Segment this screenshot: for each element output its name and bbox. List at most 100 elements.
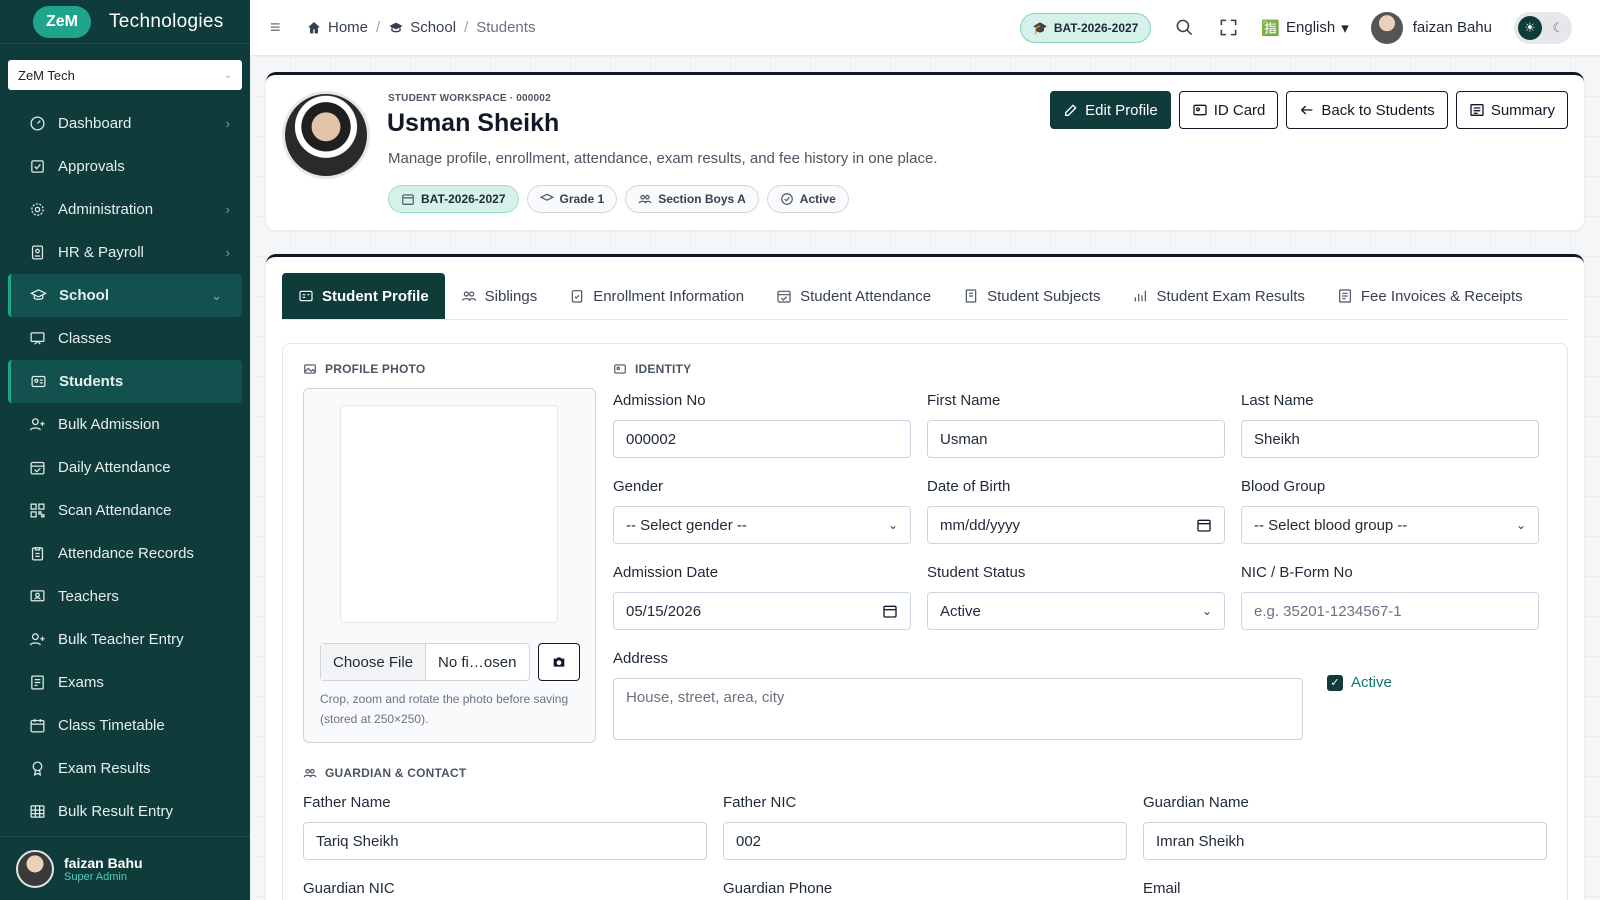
dob-input[interactable]: mm/dd/yyyy [927, 506, 1225, 544]
admission-no-input[interactable]: 000002 [613, 420, 911, 458]
gauge-icon [28, 115, 46, 133]
moon-icon: ☾ [1552, 19, 1564, 35]
sidebar-item-scan-attendance[interactable]: Scan Attendance [0, 489, 250, 532]
breadcrumb-label: Home [328, 19, 369, 36]
caret-down-icon: ▾ [1341, 19, 1349, 37]
photo-file-input[interactable]: Choose File No fi…osen [320, 643, 530, 681]
sidebar-item-exams[interactable]: Exams [0, 661, 250, 704]
nic-input[interactable]: e.g. 35201-1234567-1 [1241, 592, 1539, 630]
gender-field: Gender -- Select gender -- ⌄ [613, 478, 911, 544]
brand[interactable]: ZeM Technologies [0, 0, 250, 44]
sidebar-item-approvals[interactable]: Approvals [0, 145, 250, 188]
field-label: Student Status [927, 564, 1026, 581]
tab-student-profile[interactable]: Student Profile [282, 273, 445, 319]
summary-button[interactable]: Summary [1455, 91, 1568, 129]
sidebar-nav: Dashboard › Approvals Administration › H… [0, 98, 250, 836]
sidebar-item-hr-payroll[interactable]: HR & Payroll › [0, 231, 250, 274]
id-card-button[interactable]: ID Card [1178, 91, 1279, 129]
avatar [16, 849, 54, 888]
chip-label: Grade 1 [559, 192, 605, 206]
organization-select[interactable]: ZeM Tech ⌄ [8, 60, 242, 90]
sidebar-item-bulk-admission[interactable]: Bulk Admission [0, 403, 250, 446]
tab-siblings[interactable]: Siblings [445, 273, 554, 319]
chalkboard-icon [28, 330, 46, 348]
calendar-icon[interactable] [1196, 517, 1212, 533]
gender-select[interactable]: -- Select gender -- ⌄ [613, 506, 911, 544]
search-icon[interactable] [1173, 17, 1195, 39]
sidebar-item-school[interactable]: School ⌄ [8, 274, 242, 317]
tab-student-attendance[interactable]: Student Attendance [760, 273, 947, 319]
sidebar-item-classes[interactable]: Classes [0, 317, 250, 360]
sidebar-item-class-timetable[interactable]: Class Timetable [0, 704, 250, 747]
email-field: Email [1143, 880, 1547, 900]
profile-photo-box: Choose File No fi…osen Crop, zoom and ro… [303, 388, 596, 743]
sidebar-item-bulk-teacher-entry[interactable]: Bulk Teacher Entry [0, 618, 250, 661]
calendar-icon[interactable] [882, 603, 898, 619]
photo-preview [340, 405, 558, 623]
tab-student-subjects[interactable]: Student Subjects [947, 273, 1116, 319]
language-select[interactable]: 🈯 English ▾ [1261, 19, 1348, 37]
brand-name: Technologies [109, 10, 224, 32]
graduation-cap-icon [539, 193, 554, 201]
sidebar-item-label: Exams [58, 674, 104, 691]
back-to-students-button[interactable]: Back to Students [1286, 91, 1448, 129]
nic-field: NIC / B-Form No e.g. 35201-1234567-1 [1241, 564, 1539, 630]
user-menu[interactable]: faizan Bahu [1370, 11, 1492, 44]
choose-file-button[interactable]: Choose File [321, 644, 427, 680]
guardian-name-field: Guardian Name Imran Sheikh [1143, 794, 1547, 860]
breadcrumb-school[interactable]: School [388, 19, 456, 36]
sidebar-item-students[interactable]: Students [8, 360, 242, 403]
section-title-label: GUARDIAN & CONTACT [325, 766, 467, 780]
sidebar-item-label: Exam Results [58, 760, 151, 777]
session-pill[interactable]: 🎓 BAT-2026-2027 [1019, 12, 1152, 43]
sidebar-user[interactable]: faizan Bahu Super Admin [0, 836, 250, 900]
sidebar-item-attendance-records[interactable]: Attendance Records [0, 532, 250, 575]
sidebar-item-label: Attendance Records [58, 545, 194, 562]
chevron-down-icon: ⌄ [1201, 604, 1212, 618]
user-role: Super Admin [64, 870, 127, 883]
button-label: Edit Profile [1085, 101, 1158, 119]
father-name-input[interactable]: Tariq Sheikh [303, 822, 707, 860]
edit-profile-button[interactable]: Edit Profile [1050, 91, 1171, 129]
camera-button[interactable] [538, 643, 580, 681]
sidebar-item-exam-results[interactable]: Exam Results [0, 747, 250, 790]
admission-no-field: Admission No 000002 [613, 392, 911, 458]
id-card-icon [299, 290, 313, 302]
select-value: Active [940, 602, 981, 620]
admission-date-input[interactable]: 05/15/2026 [613, 592, 911, 630]
theme-toggle[interactable]: ☀ ☾ [1514, 11, 1572, 44]
blood-group-select[interactable]: -- Select blood group -- ⌄ [1241, 506, 1539, 544]
student-status-select[interactable]: Active ⌄ [927, 592, 1225, 630]
sidebar-item-daily-attendance[interactable]: Daily Attendance [0, 446, 250, 489]
chip-label: Active [799, 192, 836, 206]
sidebar-item-teachers[interactable]: Teachers [0, 575, 250, 618]
first-name-input[interactable]: Usman [927, 420, 1225, 458]
sidebar-item-label: Classes [58, 330, 112, 347]
select-value: -- Select gender -- [626, 516, 747, 534]
button-label: ID Card [1213, 101, 1266, 119]
sidebar-item-label: Bulk Result Entry [58, 803, 174, 820]
button-label: Summary [1490, 101, 1555, 119]
breadcrumb-home[interactable]: Home [306, 19, 368, 36]
guardian-name-input[interactable]: Imran Sheikh [1143, 822, 1547, 860]
last-name-field: Last Name Sheikh [1241, 392, 1539, 458]
last-name-input[interactable]: Sheikh [1241, 420, 1539, 458]
chevron-right-icon: › [225, 116, 230, 131]
sidebar-item-dashboard[interactable]: Dashboard › [0, 102, 250, 145]
tab-fee-invoices-receipts[interactable]: Fee Invoices & Receipts [1321, 273, 1539, 319]
address-textarea[interactable]: House, street, area, city [613, 678, 1303, 740]
active-checkbox[interactable]: ✓ Active [1327, 674, 1392, 691]
file-name-text: No fi…osen [438, 653, 517, 671]
guardian-phone-field: Guardian Phone [723, 880, 1127, 900]
badge-icon [28, 244, 46, 262]
profile-photo-title: PROFILE PHOTO [303, 362, 425, 376]
sidebar-item-administration[interactable]: Administration › [0, 188, 250, 231]
fullscreen-icon[interactable] [1217, 17, 1239, 39]
tab-enrollment-information[interactable]: Enrollment Information [553, 273, 760, 319]
menu-toggle-icon[interactable]: ≡ [270, 17, 296, 38]
father-nic-input[interactable]: 002 [723, 822, 1127, 860]
field-label: Guardian Phone [723, 880, 833, 897]
sidebar-item-bulk-result-entry[interactable]: Bulk Result Entry [0, 790, 250, 833]
section-chip: Section Boys A [625, 185, 759, 213]
tab-student-exam-results[interactable]: Student Exam Results [1116, 273, 1320, 319]
